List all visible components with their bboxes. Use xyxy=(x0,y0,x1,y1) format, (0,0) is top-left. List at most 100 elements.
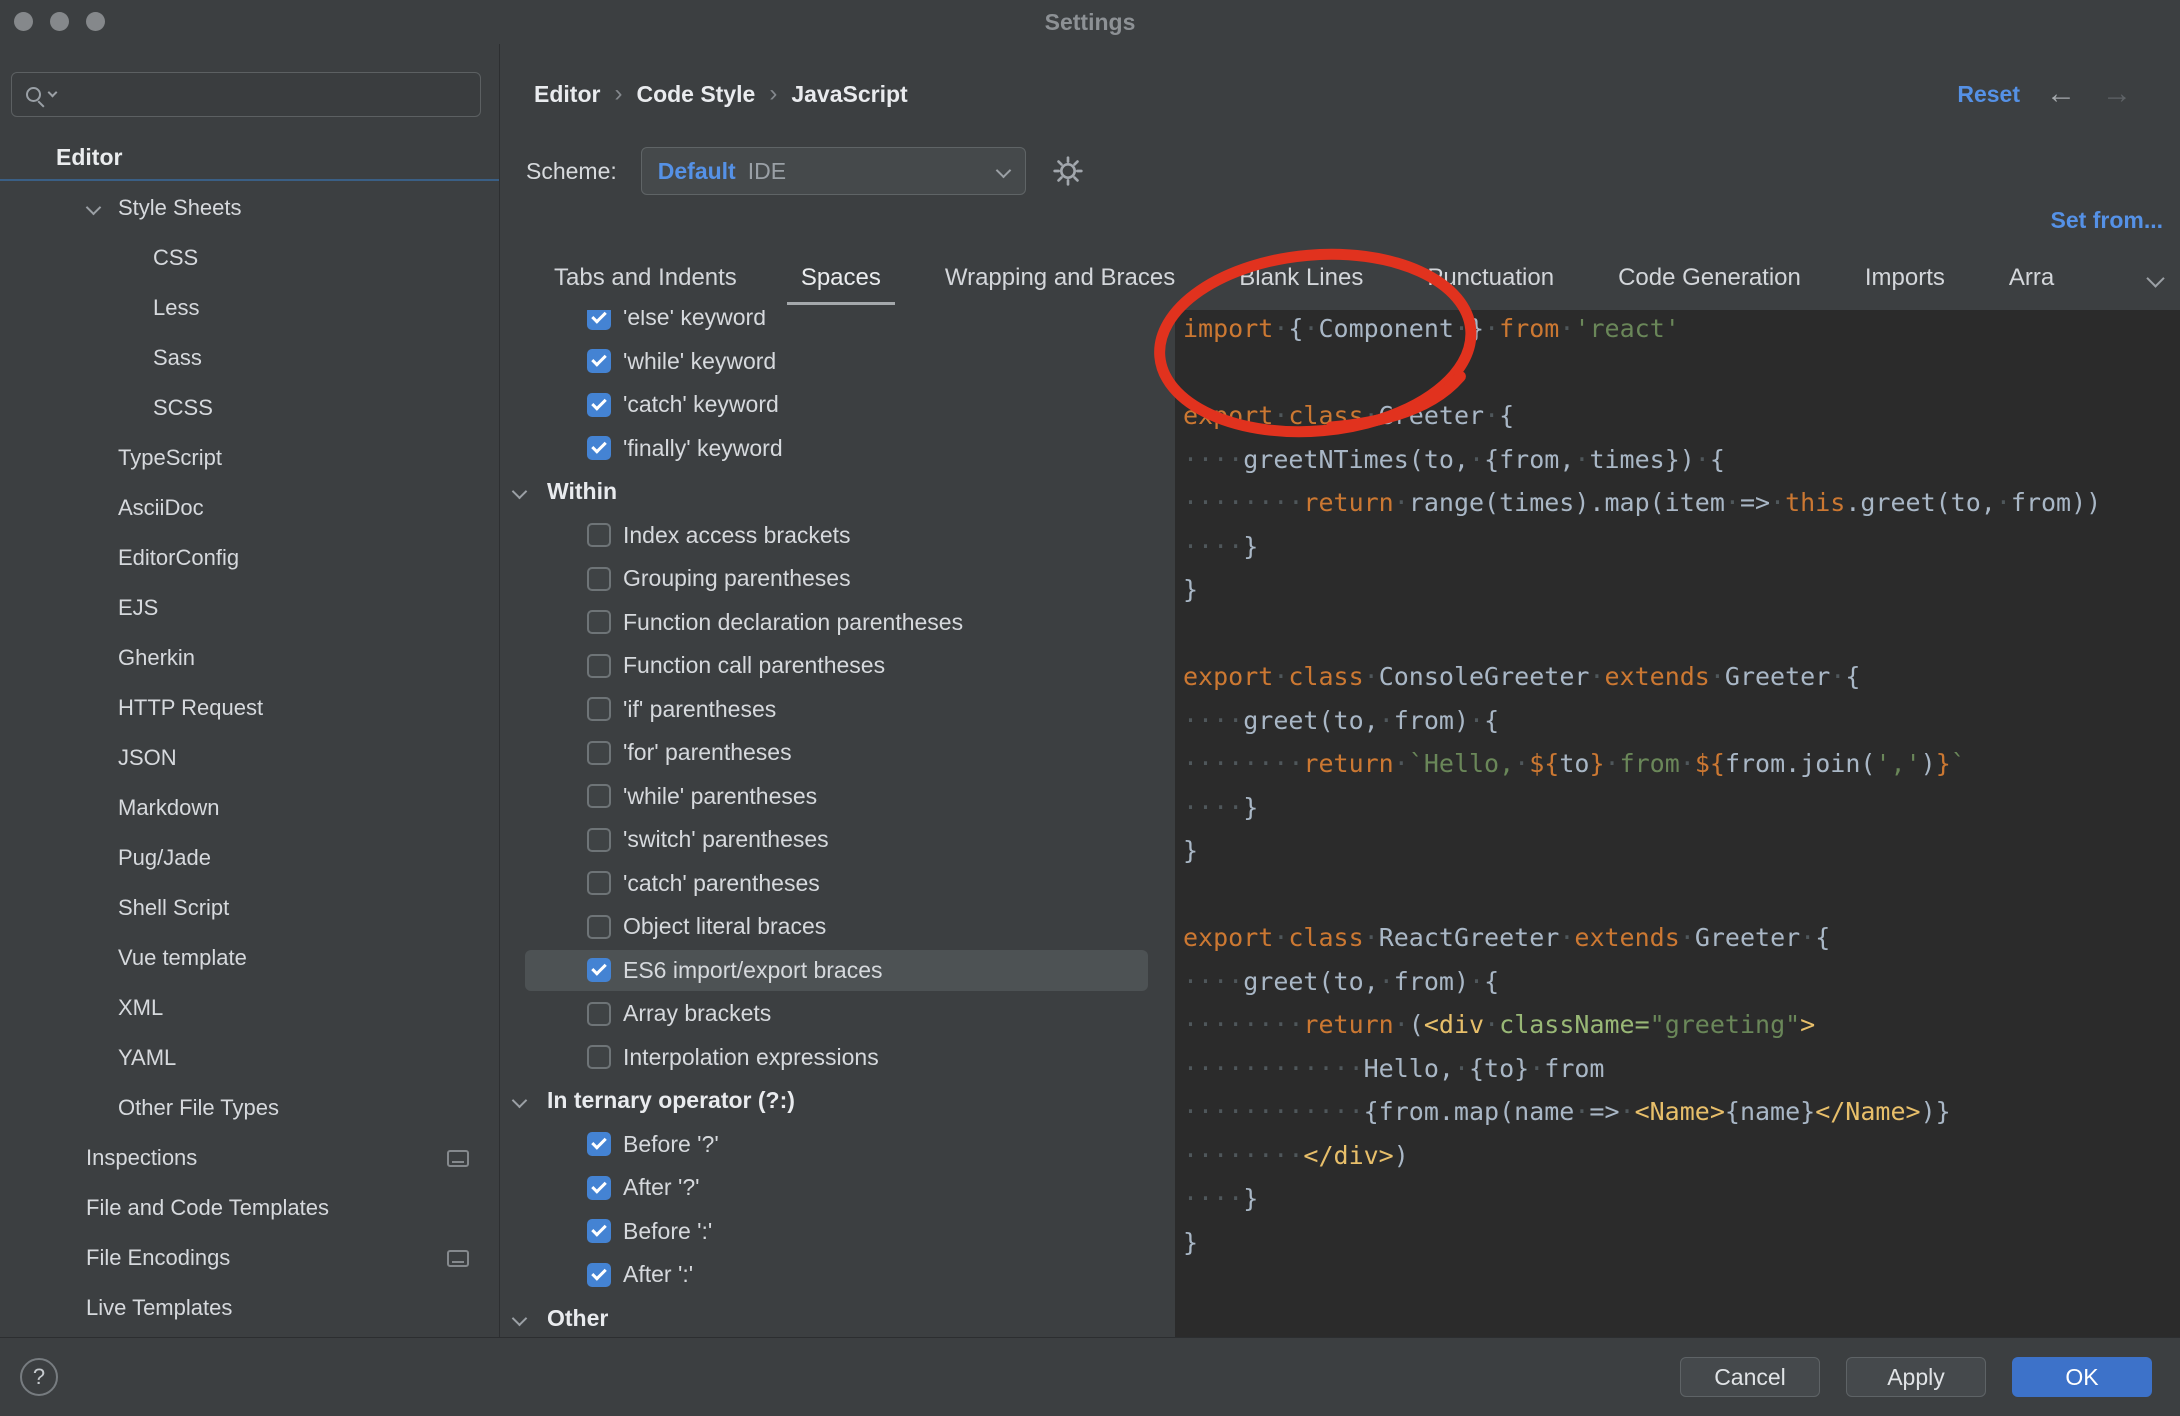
checkbox[interactable] xyxy=(587,958,611,982)
option-object-literal-braces[interactable]: Object literal braces xyxy=(500,905,1175,949)
reset-link[interactable]: Reset xyxy=(1957,81,2020,108)
sidebar-item-file-and-code-templates[interactable]: File and Code Templates xyxy=(0,1183,499,1233)
sidebar-item-inspections[interactable]: Inspections xyxy=(0,1133,499,1183)
tabs-overflow-icon[interactable] xyxy=(2149,272,2162,290)
option-before[interactable]: Before '?' xyxy=(500,1123,1175,1167)
checkbox[interactable] xyxy=(587,349,611,373)
checkbox[interactable] xyxy=(587,1045,611,1069)
sidebar-item-ejs[interactable]: EJS xyxy=(0,583,499,633)
sidebar-item-sass[interactable]: Sass xyxy=(0,333,499,383)
sidebar-item-file-encodings[interactable]: File Encodings xyxy=(0,1233,499,1283)
sidebar-section-editor[interactable]: Editor xyxy=(56,137,122,177)
forward-arrow-icon[interactable]: → xyxy=(2102,79,2132,109)
breadcrumb-item-javascript[interactable]: JavaScript xyxy=(791,81,907,108)
checkbox[interactable] xyxy=(587,828,611,852)
option-in-ternary-operator[interactable]: In ternary operator (?:) xyxy=(500,1079,1175,1123)
checkbox[interactable] xyxy=(587,523,611,547)
option-for-parentheses[interactable]: 'for' parentheses xyxy=(500,731,1175,775)
sidebar-item-other-file-types[interactable]: Other File Types xyxy=(0,1083,499,1133)
checkbox[interactable] xyxy=(587,1219,611,1243)
checkbox[interactable] xyxy=(587,1132,611,1156)
option-while-parentheses[interactable]: 'while' parentheses xyxy=(500,775,1175,819)
option-switch-parentheses[interactable]: 'switch' parentheses xyxy=(500,818,1175,862)
sidebar-item-gherkin[interactable]: Gherkin xyxy=(0,633,499,683)
option-interpolation-expressions[interactable]: Interpolation expressions xyxy=(500,1036,1175,1080)
help-button[interactable]: ? xyxy=(20,1358,58,1396)
tab-spaces[interactable]: Spaces xyxy=(769,251,913,305)
tab-imports[interactable]: Imports xyxy=(1833,251,1977,305)
gear-icon[interactable] xyxy=(1052,155,1084,187)
section-label: In ternary operator (?:) xyxy=(547,1087,795,1114)
option-before[interactable]: Before ':' xyxy=(500,1210,1175,1254)
sidebar-item-pug-jade[interactable]: Pug/Jade xyxy=(0,833,499,883)
sidebar-item-http-request[interactable]: HTTP Request xyxy=(0,683,499,733)
breadcrumb-item-code-style[interactable]: Code Style xyxy=(636,81,755,108)
checkbox[interactable] xyxy=(587,784,611,808)
option-other[interactable]: Other xyxy=(500,1297,1175,1338)
checkbox[interactable] xyxy=(587,697,611,721)
sidebar-item-markdown[interactable]: Markdown xyxy=(0,783,499,833)
checkbox[interactable] xyxy=(587,1002,611,1026)
chevron-down-icon[interactable] xyxy=(48,88,58,98)
option-after[interactable]: After ':' xyxy=(500,1253,1175,1297)
chevron-down-icon[interactable] xyxy=(86,200,102,216)
search-input[interactable] xyxy=(64,73,480,116)
tab-wrapping-and-braces[interactable]: Wrapping and Braces xyxy=(913,251,1207,305)
apply-button[interactable]: Apply xyxy=(1846,1357,1986,1397)
ok-button[interactable]: OK xyxy=(2012,1357,2152,1397)
option-within[interactable]: Within xyxy=(500,470,1175,514)
sidebar-item-editorconfig[interactable]: EditorConfig xyxy=(0,533,499,583)
checkbox[interactable] xyxy=(587,1263,611,1287)
cancel-button[interactable]: Cancel xyxy=(1680,1357,1820,1397)
sidebar-item-style-sheets[interactable]: Style Sheets xyxy=(0,183,499,233)
chevron-down-icon[interactable] xyxy=(512,1093,528,1109)
checkbox[interactable] xyxy=(587,393,611,417)
search-box[interactable] xyxy=(11,72,481,117)
sidebar-item-asciidoc[interactable]: AsciiDoc xyxy=(0,483,499,533)
option-while-keyword[interactable]: 'while' keyword xyxy=(500,340,1175,384)
option-function-call-parentheses[interactable]: Function call parentheses xyxy=(500,644,1175,688)
checkbox[interactable] xyxy=(587,741,611,765)
checkbox[interactable] xyxy=(587,654,611,678)
tab-code-generation[interactable]: Code Generation xyxy=(1586,251,1833,305)
tab-blank-lines[interactable]: Blank Lines xyxy=(1207,251,1395,305)
option-function-declaration-parentheses[interactable]: Function declaration parentheses xyxy=(500,601,1175,645)
sidebar-item-live-templates[interactable]: Live Templates xyxy=(0,1283,499,1333)
checkbox[interactable] xyxy=(587,915,611,939)
checkbox[interactable] xyxy=(587,871,611,895)
breadcrumb-item-editor[interactable]: Editor xyxy=(534,81,600,108)
checkbox[interactable] xyxy=(587,310,611,330)
checkbox[interactable] xyxy=(587,436,611,460)
option-array-brackets[interactable]: Array brackets xyxy=(500,992,1175,1036)
option-index-access-brackets[interactable]: Index access brackets xyxy=(500,514,1175,558)
checkbox[interactable] xyxy=(587,567,611,591)
checkbox[interactable] xyxy=(587,1176,611,1200)
option-else-keyword[interactable]: 'else' keyword xyxy=(500,310,1175,340)
sidebar-item-shell-script[interactable]: Shell Script xyxy=(0,883,499,933)
checkbox[interactable] xyxy=(587,610,611,634)
option-after[interactable]: After '?' xyxy=(500,1166,1175,1210)
back-arrow-icon[interactable]: ← xyxy=(2046,79,2076,109)
chevron-down-icon[interactable] xyxy=(512,484,528,500)
option-catch-keyword[interactable]: 'catch' keyword xyxy=(500,383,1175,427)
window-title: Settings xyxy=(0,0,2180,44)
sidebar-item-scss[interactable]: SCSS xyxy=(0,383,499,433)
sidebar-item-yaml[interactable]: YAML xyxy=(0,1033,499,1083)
chevron-down-icon[interactable] xyxy=(512,1310,528,1326)
option-if-parentheses[interactable]: 'if' parentheses xyxy=(500,688,1175,732)
set-from-link[interactable]: Set from... xyxy=(2051,204,2163,236)
sidebar-item-xml[interactable]: XML xyxy=(0,983,499,1033)
tab-punctuation[interactable]: Punctuation xyxy=(1395,251,1586,305)
scheme-select[interactable]: Default IDE xyxy=(641,147,1026,195)
tab-tabs-and-indents[interactable]: Tabs and Indents xyxy=(522,251,769,305)
sidebar-item-css[interactable]: CSS xyxy=(0,233,499,283)
sidebar-item-json[interactable]: JSON xyxy=(0,733,499,783)
sidebar-item-typescript[interactable]: TypeScript xyxy=(0,433,499,483)
option-es6-import-export-braces[interactable]: ES6 import/export braces xyxy=(500,949,1175,993)
sidebar-item-vue-template[interactable]: Vue template xyxy=(0,933,499,983)
option-finally-keyword[interactable]: 'finally' keyword xyxy=(500,427,1175,471)
tab-arra[interactable]: Arra xyxy=(1977,251,2086,305)
sidebar-item-less[interactable]: Less xyxy=(0,283,499,333)
option-grouping-parentheses[interactable]: Grouping parentheses xyxy=(500,557,1175,601)
option-catch-parentheses[interactable]: 'catch' parentheses xyxy=(500,862,1175,906)
